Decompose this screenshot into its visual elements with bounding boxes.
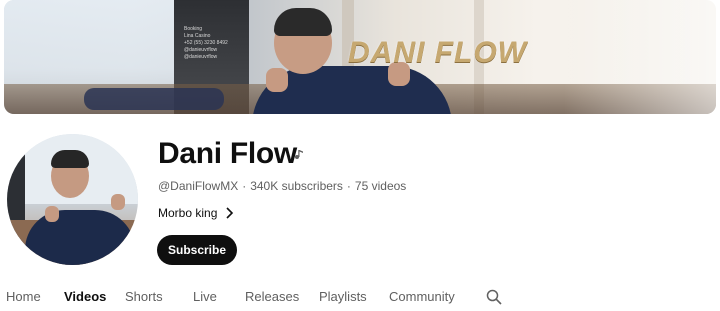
meta-separator: · [242, 179, 247, 193]
subscribe-button[interactable]: Subscribe [157, 235, 237, 265]
banner-info-line: @danieuvrflow [184, 54, 218, 60]
tab-releases[interactable]: Releases [245, 289, 299, 304]
channel-meta: @DaniFlowMX · 340K subscribers · 75 videos [158, 179, 406, 193]
subscriber-count: 340K subscribers [250, 179, 343, 193]
banner-glare [564, 0, 716, 114]
banner-brand-logo: DANI FLOW [348, 36, 527, 69]
channel-handle: @DaniFlowMX [158, 179, 239, 193]
channel-name: Dani Flow [158, 137, 297, 170]
banner-info-line: +52 (55) 3230 8492 [184, 40, 228, 46]
avatar-beanie [51, 150, 89, 168]
channel-description-link[interactable]: Morbo king [158, 206, 234, 220]
banner-info-line: @danieuvrflow [184, 47, 218, 53]
banner-info-line: Lina Casino [184, 33, 211, 39]
verified-note-icon [295, 150, 303, 159]
meta-separator: · [346, 179, 351, 193]
banner-info-line: Booking [184, 26, 203, 32]
avatar-person-body [25, 210, 135, 265]
banner-booking-info: Booking Lina Casino +52 (55) 3230 8492 @… [184, 26, 228, 61]
tab-playlists[interactable]: Playlists [319, 289, 367, 304]
tab-live[interactable]: Live [193, 289, 217, 304]
banner-beanie [274, 8, 332, 36]
tab-shorts[interactable]: Shorts [125, 289, 163, 304]
video-count: 75 videos [354, 179, 407, 193]
search-icon[interactable] [486, 289, 502, 305]
channel-avatar[interactable] [7, 134, 138, 265]
chevron-right-icon [226, 207, 234, 219]
tab-community[interactable]: Community [389, 289, 455, 304]
channel-description: Morbo king [158, 206, 218, 220]
channel-banner: Booking Lina Casino +52 (55) 3230 8492 @… [4, 0, 716, 114]
tab-videos[interactable]: Videos [64, 289, 106, 304]
tab-home[interactable]: Home [6, 289, 41, 304]
avatar-hand [45, 206, 59, 222]
avatar-hand [111, 194, 125, 210]
banner-hand [266, 68, 288, 92]
banner-arm [84, 88, 224, 110]
